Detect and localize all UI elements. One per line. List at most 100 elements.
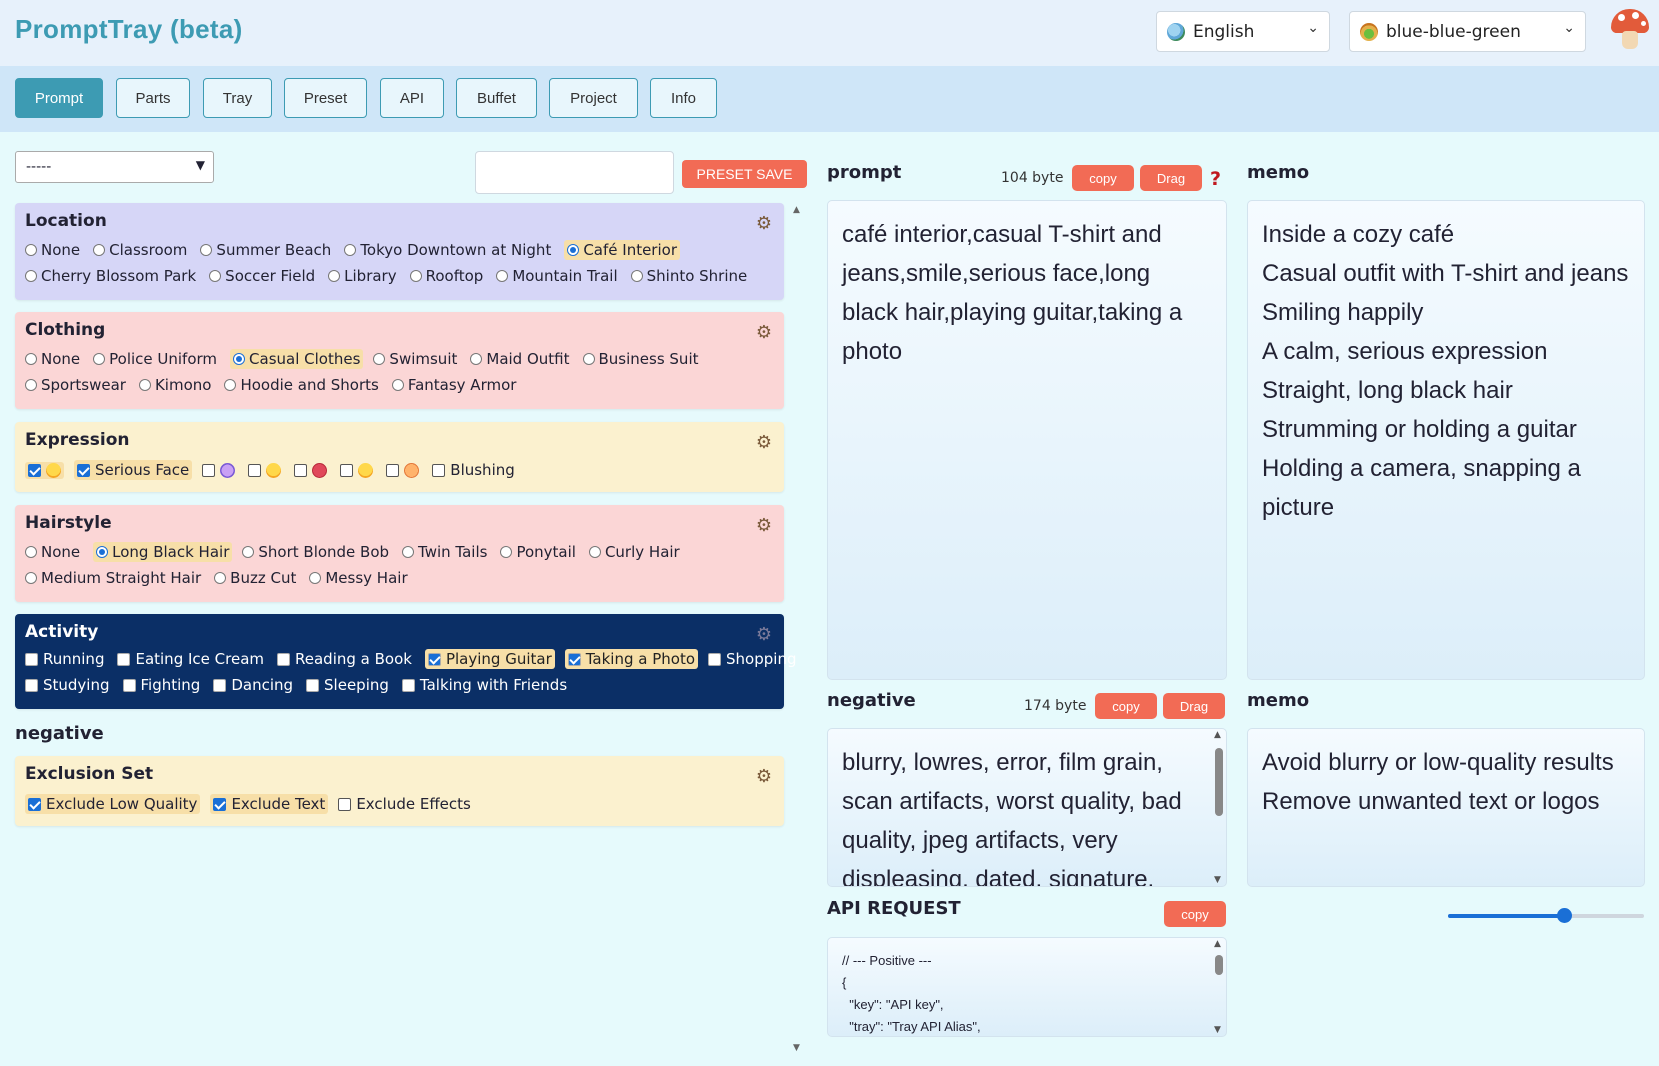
expression-smile-option[interactable] xyxy=(25,461,64,479)
expression-grin-option[interactable] xyxy=(248,462,284,479)
gear-icon[interactable]: ⚙ xyxy=(756,515,772,536)
activity-option[interactable]: Running xyxy=(25,649,107,669)
preset-save-button[interactable]: PRESET SAVE xyxy=(682,160,807,188)
hairstyle-option[interactable]: Messy Hair xyxy=(309,568,410,588)
location-option[interactable]: Shinto Shrine xyxy=(630,266,751,286)
expression-shocked-option[interactable] xyxy=(202,462,238,479)
hairstyle-option[interactable]: Buzz Cut xyxy=(214,568,299,588)
gear-icon[interactable]: ⚙ xyxy=(756,766,772,787)
expression-wink-option[interactable] xyxy=(340,462,376,479)
activity-option[interactable]: Talking with Friends xyxy=(401,675,570,695)
negative-memo-label: memo xyxy=(1247,690,1310,711)
api-copy-button[interactable]: copy xyxy=(1164,901,1226,927)
hairstyle-title: Hairstyle xyxy=(25,513,112,533)
exclusion-option-checked[interactable]: Exclude Text xyxy=(210,794,329,814)
scroll-up-icon[interactable]: ▲ xyxy=(793,205,800,215)
clothing-option[interactable]: Sportswear xyxy=(25,375,129,395)
preset-name-input[interactable] xyxy=(475,151,674,194)
tab-parts[interactable]: Parts xyxy=(116,78,190,118)
tab-buffet[interactable]: Buffet xyxy=(456,78,537,118)
api-request-scrollbar[interactable]: ▲ ▼ xyxy=(1213,939,1225,1035)
clothing-option[interactable]: Business Suit xyxy=(582,349,702,369)
expression-option[interactable]: Blushing xyxy=(432,460,517,480)
location-option[interactable]: None xyxy=(25,240,83,260)
tab-bar: Prompt Parts Tray Preset API Buffet Proj… xyxy=(0,66,1659,132)
exclusion-option[interactable]: Exclude Effects xyxy=(338,794,474,814)
theme-select[interactable]: blue-blue-green ⌄ xyxy=(1349,11,1586,52)
hairstyle-option[interactable]: Short Blonde Bob xyxy=(242,542,392,562)
expression-option[interactable]: Serious Face xyxy=(74,460,193,480)
location-option[interactable]: Summer Beach xyxy=(200,240,334,260)
scroll-down-icon[interactable]: ▼ xyxy=(793,1043,800,1053)
tab-tray[interactable]: Tray xyxy=(203,78,272,118)
location-option[interactable]: Rooftop xyxy=(409,266,487,286)
preset-select[interactable]: ----- ▼ xyxy=(15,151,214,183)
negative-byte-count: 174 byte xyxy=(1024,698,1087,714)
clothing-option-selected[interactable]: Casual Clothes xyxy=(230,349,364,369)
tab-prompt[interactable]: Prompt xyxy=(15,78,103,118)
location-option[interactable]: Soccer Field xyxy=(209,266,318,286)
negative-copy-button[interactable]: copy xyxy=(1095,693,1157,719)
clothing-option[interactable]: Swimsuit xyxy=(373,349,460,369)
tab-project[interactable]: Project xyxy=(549,78,638,118)
clothing-title: Clothing xyxy=(25,320,106,340)
hairstyle-option[interactable]: None xyxy=(25,542,83,562)
expression-angry-option[interactable] xyxy=(294,462,330,479)
gear-icon[interactable]: ⚙ xyxy=(756,322,772,343)
clothing-option[interactable]: None xyxy=(25,349,83,369)
hairstyle-option[interactable]: Ponytail xyxy=(500,542,578,562)
activity-option[interactable]: Shopping xyxy=(708,649,799,669)
parts-panel[interactable]: Location ⚙ None Classroom Summer Beach T… xyxy=(15,203,796,1053)
location-option[interactable]: Library xyxy=(328,266,399,286)
parts-panel-scrollbar[interactable]: ▲ ▼ xyxy=(790,203,804,1053)
clothing-card: Clothing ⚙ None Police Uniform Casual Cl… xyxy=(15,312,784,409)
font-size-slider[interactable] xyxy=(1448,908,1644,923)
prompt-copy-button[interactable]: copy xyxy=(1072,165,1134,191)
api-request-label: API REQUEST xyxy=(827,898,961,919)
api-request-textarea[interactable]: // --- Positive --- { "key": "API key", … xyxy=(827,937,1227,1037)
theme-icon xyxy=(1360,22,1378,41)
negative-memo-textarea[interactable]: Avoid blurry or low-quality results Remo… xyxy=(1247,728,1645,887)
expression-kiss-option[interactable] xyxy=(386,462,422,479)
negative-drag-button[interactable]: Drag xyxy=(1163,693,1225,719)
tab-info[interactable]: Info xyxy=(650,78,717,118)
hairstyle-option-selected[interactable]: Long Black Hair xyxy=(93,542,233,562)
clothing-option[interactable]: Police Uniform xyxy=(93,349,220,369)
clothing-option[interactable]: Kimono xyxy=(138,375,214,395)
tab-api[interactable]: API xyxy=(380,78,444,118)
location-option[interactable]: Tokyo Downtown at Night xyxy=(344,240,554,260)
negative-section-title: negative xyxy=(15,723,104,744)
activity-option-checked[interactable]: Taking a Photo xyxy=(564,649,699,669)
clothing-option[interactable]: Hoodie and Shorts xyxy=(224,375,381,395)
activity-option[interactable]: Studying xyxy=(25,675,113,695)
activity-option[interactable]: Fighting xyxy=(122,675,204,695)
negative-scrollbar[interactable]: ▲ ▼ xyxy=(1213,730,1225,885)
location-option[interactable]: Classroom xyxy=(93,240,190,260)
gear-icon[interactable]: ⚙ xyxy=(756,624,772,645)
activity-option[interactable]: Eating Ice Cream xyxy=(117,649,267,669)
mushroom-logo-icon[interactable] xyxy=(1611,9,1649,49)
negative-textarea[interactable]: blurry, lowres, error, film grain, scan … xyxy=(827,728,1227,887)
location-option[interactable]: Cherry Blossom Park xyxy=(25,266,199,286)
activity-option[interactable]: Dancing xyxy=(213,675,296,695)
language-select[interactable]: English ⌄ xyxy=(1156,11,1330,52)
activity-option-checked[interactable]: Playing Guitar xyxy=(424,649,555,669)
prompt-memo-textarea[interactable]: Inside a cozy café Casual outfit with T-… xyxy=(1247,200,1645,680)
hairstyle-option[interactable]: Twin Tails xyxy=(402,542,490,562)
location-option[interactable]: Mountain Trail xyxy=(496,266,620,286)
activity-option[interactable]: Sleeping xyxy=(306,675,392,695)
prompt-textarea[interactable]: café interior,casual T-shirt and jeans,s… xyxy=(827,200,1227,680)
help-icon[interactable]: ? xyxy=(1210,168,1221,190)
slider-knob[interactable] xyxy=(1557,908,1572,923)
activity-option[interactable]: Reading a Book xyxy=(277,649,415,669)
location-option-selected[interactable]: Café Interior xyxy=(564,240,680,260)
gear-icon[interactable]: ⚙ xyxy=(756,432,772,453)
exclusion-option-checked[interactable]: Exclude Low Quality xyxy=(25,794,201,814)
clothing-option[interactable]: Maid Outfit xyxy=(470,349,572,369)
hairstyle-option[interactable]: Curly Hair xyxy=(588,542,683,562)
clothing-option[interactable]: Fantasy Armor xyxy=(391,375,520,395)
tab-preset[interactable]: Preset xyxy=(284,78,367,118)
hairstyle-option[interactable]: Medium Straight Hair xyxy=(25,568,204,588)
gear-icon[interactable]: ⚙ xyxy=(756,213,772,234)
prompt-drag-button[interactable]: Drag xyxy=(1140,165,1202,191)
